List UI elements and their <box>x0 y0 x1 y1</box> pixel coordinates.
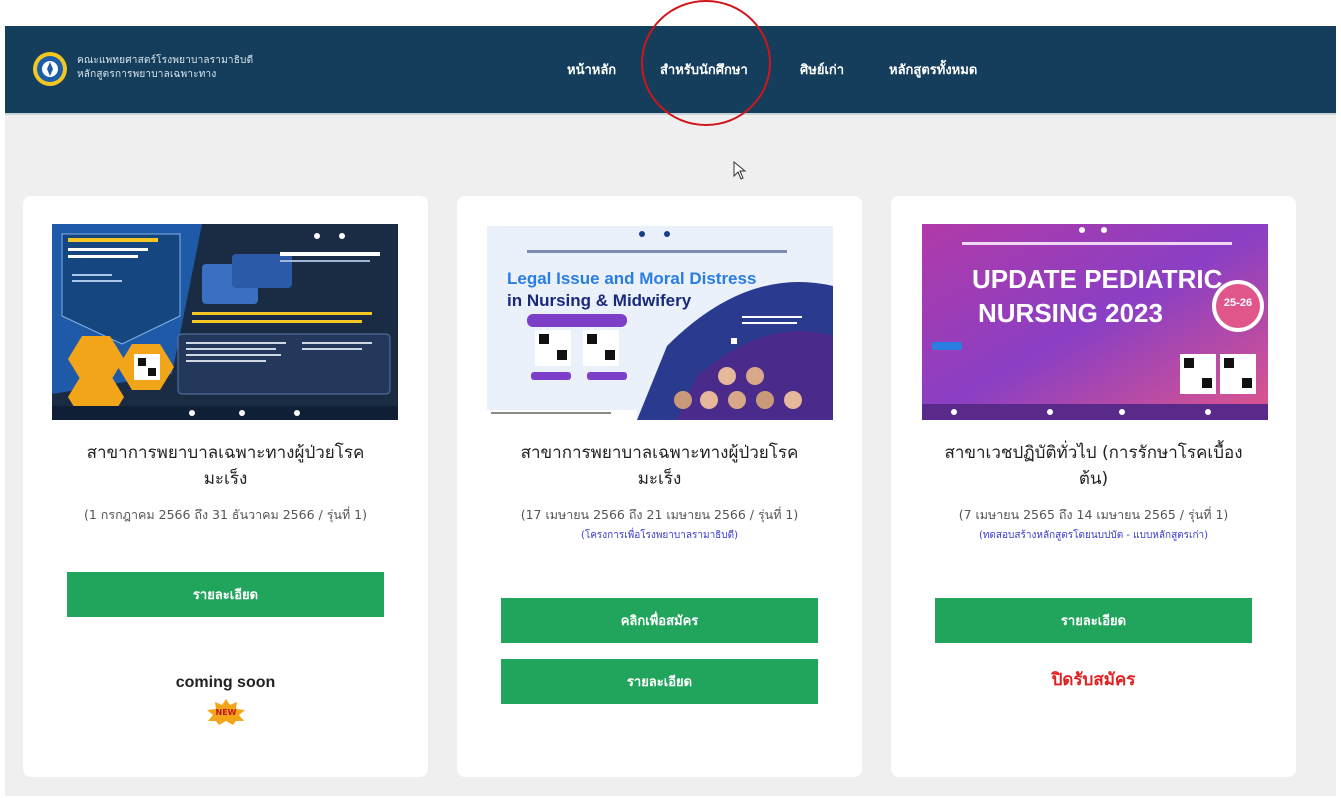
highlight-annotation-circle <box>641 0 771 126</box>
course-title-line-2: ต้น) <box>1078 469 1109 489</box>
nav-alumni[interactable]: ศิษย์เก่า <box>800 59 844 80</box>
page-frame: คณะแพทยศาสตร์โรงพยาบาลรามาธิบดี หลักสูตร… <box>5 26 1336 796</box>
course-note: (ทดสอบสร้างหลักสูตรโดยนบปบัต - แบบหลักสู… <box>978 530 1209 541</box>
brand-text[interactable]: คณะแพทยศาสตร์โรงพยาบาลรามาธิบดี หลักสูตร… <box>77 54 253 82</box>
course-note: (โครงการเพื่อโรงพยาบาลรามาธิบดี) <box>580 530 739 541</box>
course-title: สาขาการพยาบาลเฉพาะทางผู้ป่วยโรค มะเร็ง <box>477 440 842 492</box>
course-banner-image[interactable]: Legal Issue and Moral Distress in Nursin… <box>487 226 833 420</box>
nav-all-courses[interactable]: หลักสูตรทั้งหมด <box>889 59 977 80</box>
details-button[interactable]: รายละเอียด <box>501 659 818 704</box>
banner-title-line-1: UPDATE PEDIATRIC <box>972 264 1223 294</box>
banner-title-line-1: Legal Issue and Moral Distress <box>507 269 756 288</box>
faculty-logo[interactable] <box>32 51 68 87</box>
details-button[interactable]: รายละเอียด <box>67 572 384 617</box>
course-title: สาขาการพยาบาลเฉพาะทางผู้ป่วยโรค มะเร็ง <box>43 440 408 492</box>
course-date: (1 กรกฎาคม 2566 ถึง 31 ธันวาคม 2566 / รุ… <box>83 507 367 522</box>
banner-title-line-2: NURSING 2023 <box>978 298 1163 328</box>
course-card-general-practice: UPDATE PEDIATRIC NURSING 2023 25-26 สาขา… <box>891 196 1296 777</box>
coming-soon-label: coming soon <box>175 674 276 691</box>
course-title-line-1: สาขาเวชปฏิบัติทั่วไป (การรักษาโรคเบื้อง <box>944 443 1243 463</box>
details-button[interactable]: รายละเอียด <box>935 598 1252 643</box>
course-title-line-2: มะเร็ง <box>203 469 248 489</box>
nav-home[interactable]: หน้าหลัก <box>567 59 616 80</box>
new-badge-text: NEW <box>216 708 237 717</box>
registration-closed-label: ปิดรับสมัคร <box>1051 670 1136 690</box>
apply-button[interactable]: คลิกเพื่อสมัคร <box>501 598 818 643</box>
new-badge-icon: NEW <box>207 699 245 725</box>
brand-line-1: คณะแพทยศาสตร์โรงพยาบาลรามาธิบดี <box>77 55 254 66</box>
course-banner-image[interactable] <box>52 224 398 420</box>
brand-line-2: หลักสูตรการพยาบาลเฉพาะทาง <box>77 69 217 80</box>
course-title-line-1: สาขาการพยาบาลเฉพาะทางผู้ป่วยโรค <box>520 443 799 463</box>
banner-dates: 25-26 <box>1224 297 1252 309</box>
course-banner-image[interactable]: UPDATE PEDIATRIC NURSING 2023 25-26 <box>922 224 1268 420</box>
course-title: สาขาเวชปฏิบัติทั่วไป (การรักษาโรคเบื้อง … <box>911 440 1276 492</box>
course-card-oncology-1: สาขาการพยาบาลเฉพาะทางผู้ป่วยโรค มะเร็ง (… <box>23 196 428 777</box>
course-title-line-2: มะเร็ง <box>637 469 682 489</box>
course-date: (7 เมษายน 2565 ถึง 14 เมษายน 2565 / รุ่น… <box>958 507 1229 522</box>
course-date: (17 เมษายน 2566 ถึง 21 เมษายน 2566 / รุ่… <box>520 507 799 522</box>
course-title-line-1: สาขาการพยาบาลเฉพาะทางผู้ป่วยโรค <box>86 443 365 463</box>
course-card-oncology-2: Legal Issue and Moral Distress in Nursin… <box>457 196 862 777</box>
mouse-cursor-icon <box>733 161 747 180</box>
banner-title-line-2: in Nursing & Midwifery <box>507 291 692 310</box>
